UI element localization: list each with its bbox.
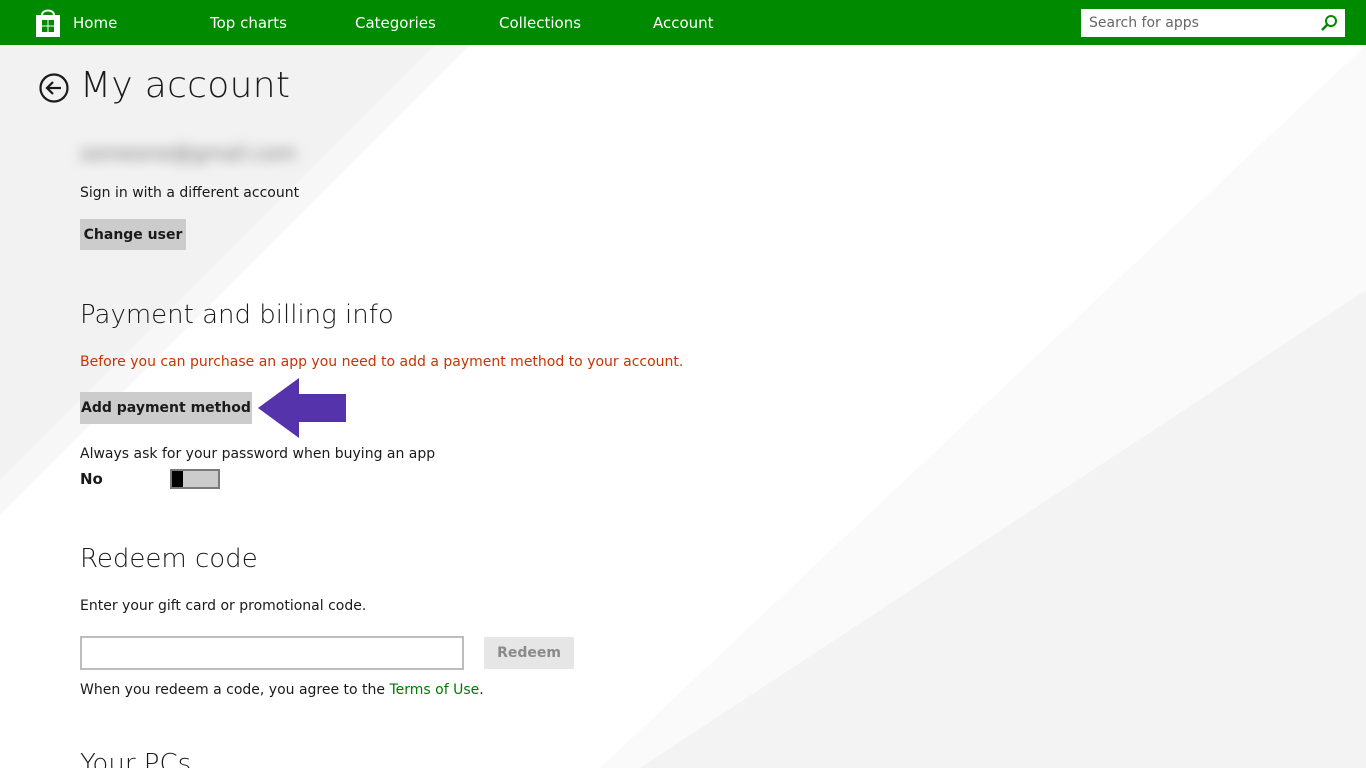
nav-top-charts[interactable]: Top charts	[210, 0, 287, 45]
search-icon[interactable]	[1320, 14, 1338, 32]
password-toggle-switch[interactable]	[170, 469, 220, 489]
terms-of-use-link[interactable]: Terms of Use	[389, 682, 479, 698]
redeem-code-input[interactable]	[80, 636, 464, 670]
redeem-button[interactable]: Redeem	[484, 637, 574, 669]
store-bag-icon[interactable]	[33, 7, 63, 37]
toggle-thumb	[172, 471, 183, 487]
top-nav-bar: Home Top charts Categories Collections A…	[0, 0, 1366, 45]
change-user-button[interactable]: Change user	[80, 219, 186, 250]
password-prompt-label: Always ask for your password when buying…	[80, 446, 436, 462]
nav-account[interactable]: Account	[653, 0, 714, 45]
redeem-instructions: Enter your gift card or promotional code…	[80, 598, 367, 614]
nav-collections[interactable]: Collections	[499, 0, 581, 45]
back-arrow-circle-icon[interactable]	[38, 72, 70, 104]
redeem-agreement: When you redeem a code, you agree to the…	[80, 682, 484, 698]
password-toggle-value: No	[80, 470, 103, 488]
search-box	[1081, 9, 1345, 37]
add-payment-method-button[interactable]: Add payment method	[80, 392, 252, 424]
account-email: someone@gmail.com	[80, 141, 297, 165]
main-content: My account someone@gmail.com Sign in wit…	[0, 45, 1366, 768]
redeem-agreement-suffix: .	[479, 682, 484, 698]
redeem-agreement-prefix: When you redeem a code, you agree to the	[80, 682, 386, 698]
your-pcs-section-title: Your PCs	[80, 749, 192, 768]
sign-in-different-label: Sign in with a different account	[80, 185, 300, 201]
nav-home[interactable]: Home	[73, 0, 117, 45]
payment-warning: Before you can purchase an app you need …	[80, 354, 684, 370]
payment-section-title: Payment and billing info	[80, 300, 394, 330]
page-title: My account	[80, 65, 291, 106]
search-input[interactable]	[1082, 10, 1312, 36]
pointer-arrow-icon	[258, 378, 346, 438]
redeem-section-title: Redeem code	[80, 544, 258, 574]
store-page: Home Top charts Categories Collections A…	[0, 0, 1366, 768]
nav-categories[interactable]: Categories	[355, 0, 436, 45]
